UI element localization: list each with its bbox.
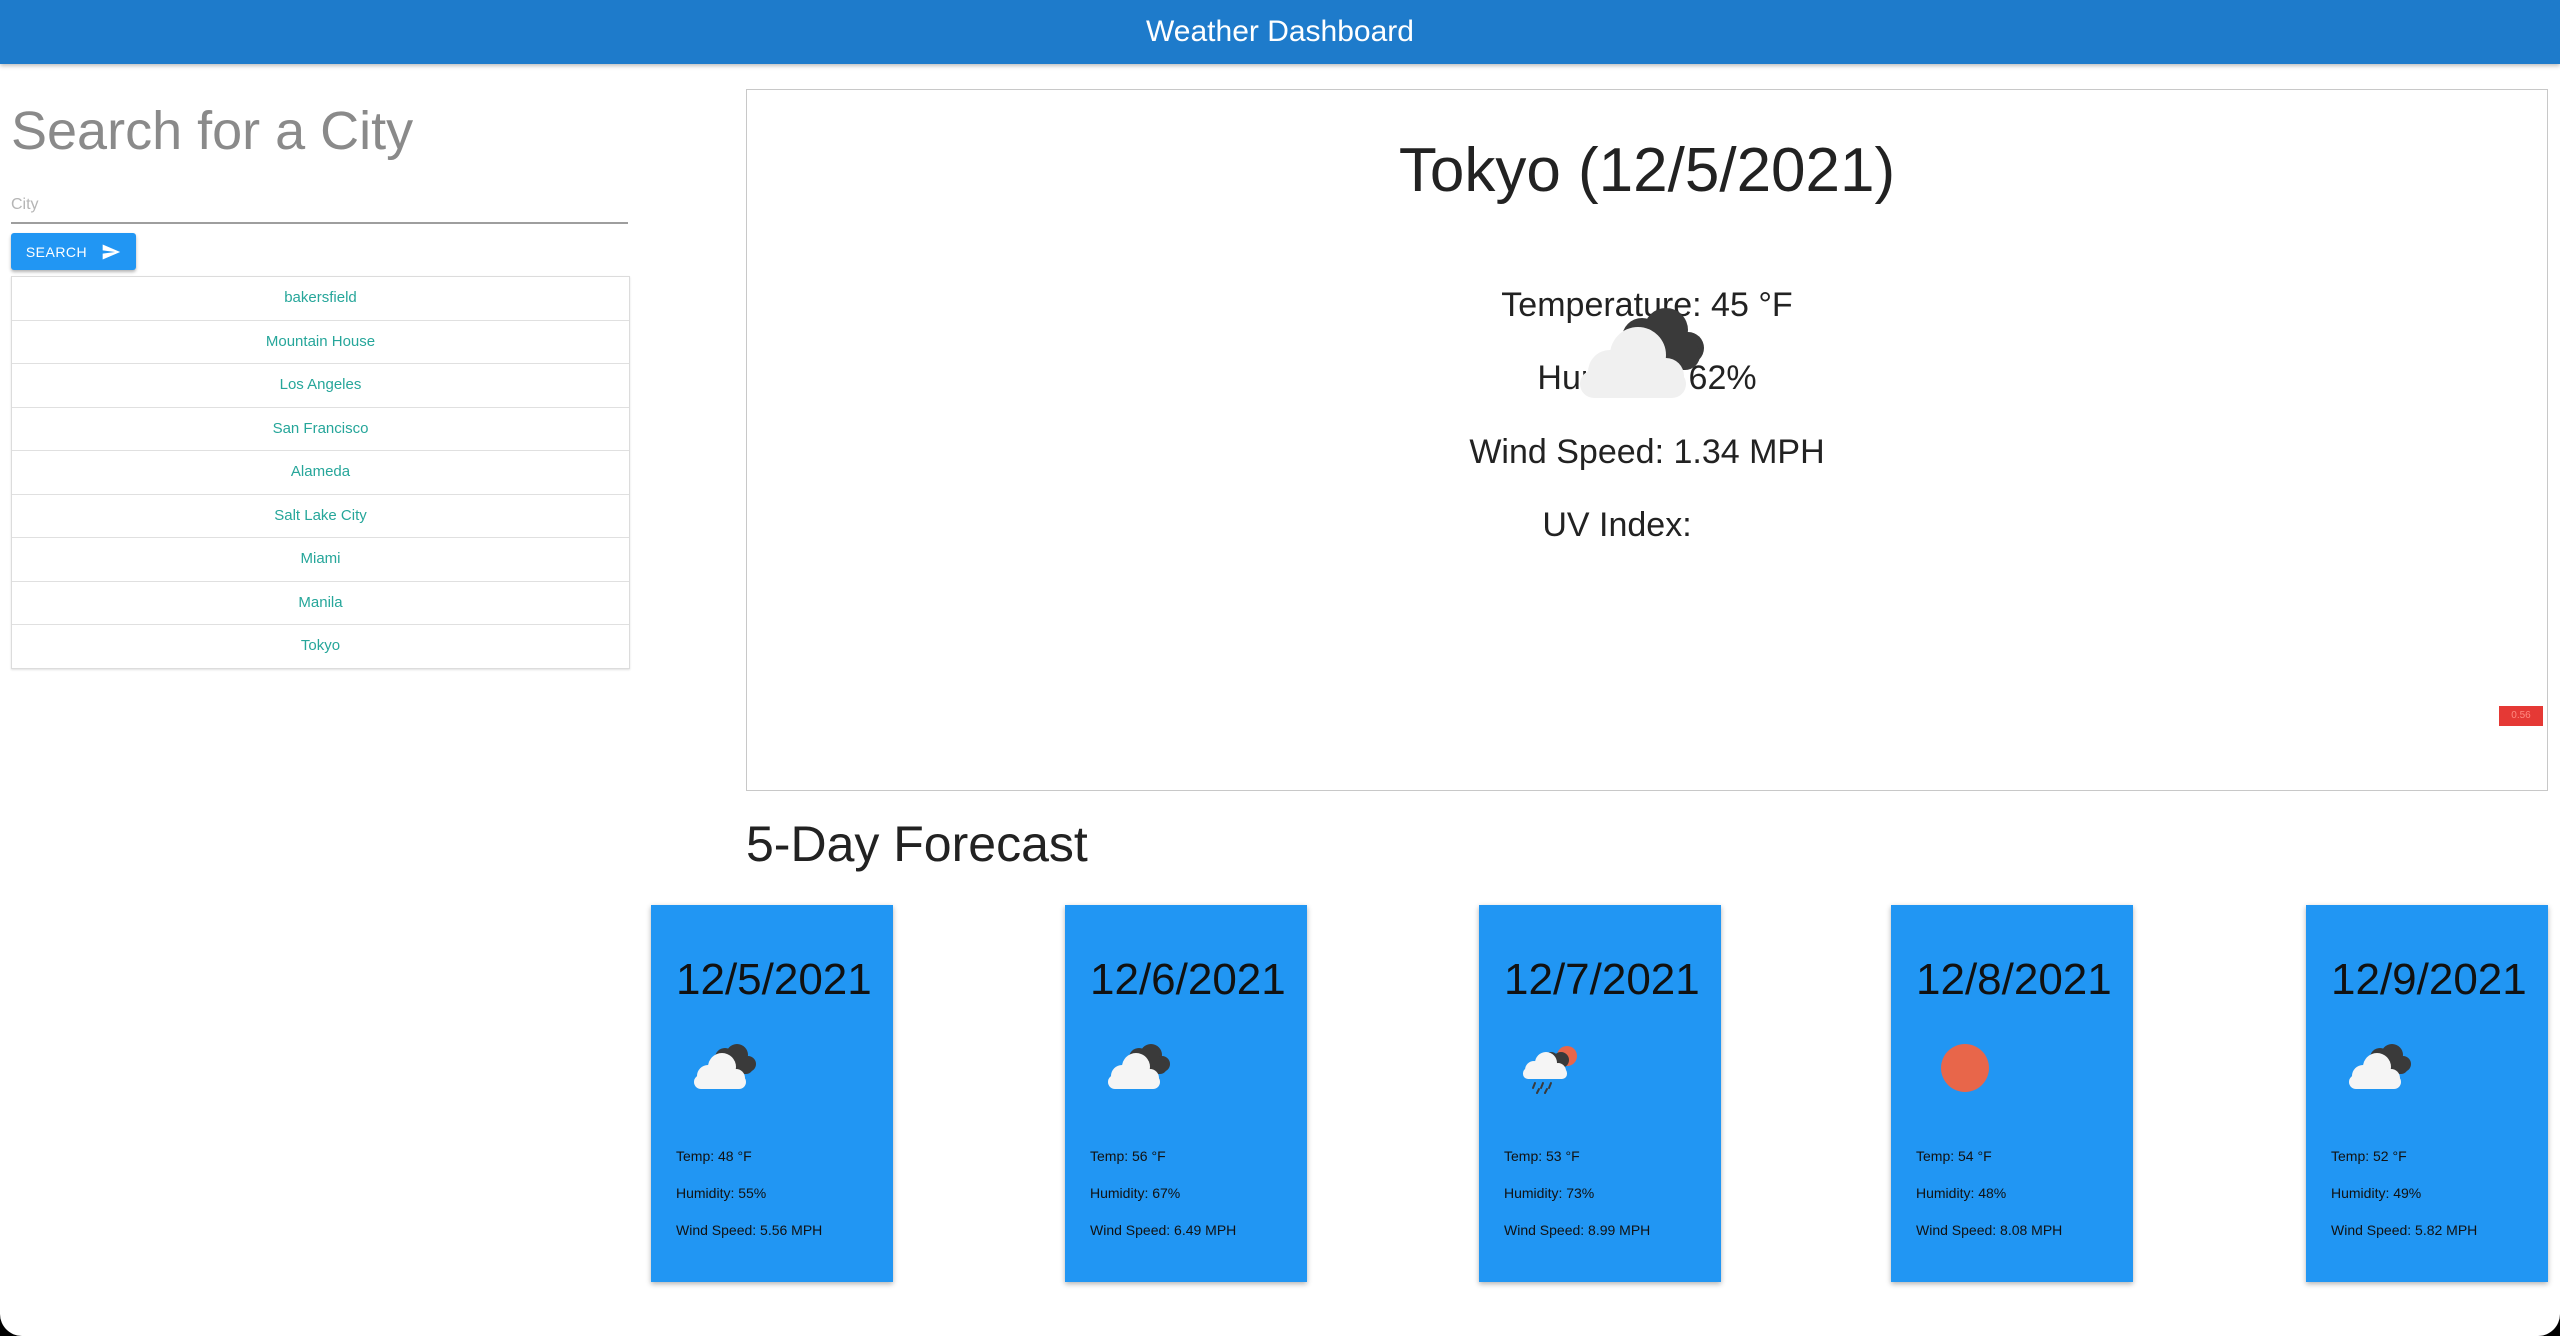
history-item[interactable]: bakersfield [12,277,629,321]
search-title: Search for a City [11,101,414,161]
forecast-wind: Wind Speed: 8.99 MPH [1504,1222,1651,1238]
forecast-date: 12/8/2021 [1916,955,2112,1004]
history-item[interactable]: Salt Lake City [12,495,629,538]
current-wind-speed: Wind Speed: 1.34 MPH [1469,433,1825,471]
forecast-card: 12/9/2021 Temp: 52 °F Humidity: 49% Wind… [2306,905,2548,1282]
broken-clouds-icon [1108,1044,1170,1089]
rain-icon [1523,1046,1577,1094]
history-item[interactable]: Alameda [12,451,629,495]
history-item[interactable]: Los Angeles [12,364,629,408]
forecast-temp: Temp: 52 °F [2331,1148,2407,1164]
forecast-wind: Wind Speed: 5.82 MPH [2331,1222,2478,1238]
broken-clouds-icon [2349,1044,2411,1089]
forecast-temp: Temp: 54 °F [1916,1148,1992,1164]
search-button[interactable]: SEARCH [11,233,136,270]
current-uv-label: UV Index: [1542,506,1692,544]
broken-clouds-icon [1580,308,1704,398]
forecast-wind: Wind Speed: 5.56 MPH [676,1222,823,1238]
forecast-humidity: Humidity: 67% [1090,1185,1181,1201]
forecast-heading: 5-Day Forecast [746,816,1088,872]
city-search-input[interactable] [11,188,628,224]
search-history-list: bakersfield Mountain House Los Angeles S… [11,276,630,669]
history-item[interactable]: San Francisco [12,408,629,451]
send-icon [102,244,121,259]
forecast-card: 12/5/2021 Temp: 48 °F Humidity: 55% Wind… [651,905,893,1282]
sun-icon [1941,1044,1989,1092]
page: Weather Dashboard Search for a City SEAR… [0,0,2560,1336]
forecast-temp: Temp: 53 °F [1504,1148,1580,1164]
forecast-humidity: Humidity: 49% [2331,1185,2422,1201]
current-weather-card: Tokyo (12/5/2021) Temperature: 45 °F Hum… [746,89,2548,791]
forecast-wind: Wind Speed: 8.08 MPH [1916,1222,2063,1238]
forecast-card: 12/8/2021 Temp: 54 °F Humidity: 48% Wind… [1891,905,2133,1282]
current-city-title: Tokyo (12/5/2021) [1398,136,1896,205]
forecast-humidity: Humidity: 48% [1916,1185,2007,1201]
forecast-humidity: Humidity: 73% [1504,1185,1595,1201]
broken-clouds-icon [694,1044,756,1089]
forecast-date: 12/9/2021 [2331,955,2527,1004]
forecast-humidity: Humidity: 55% [676,1185,767,1201]
app-header: Weather Dashboard [0,0,2560,64]
forecast-date: 12/5/2021 [676,955,872,1004]
history-item[interactable]: Manila [12,582,629,625]
forecast-temp: Temp: 48 °F [676,1148,752,1164]
forecast-date: 12/7/2021 [1504,955,1700,1004]
uv-index-badge: 0.56 [2499,706,2543,726]
forecast-date: 12/6/2021 [1090,955,1286,1004]
forecast-temp: Temp: 56 °F [1090,1148,1166,1164]
history-item[interactable]: Miami [12,538,629,582]
forecast-card: 12/7/2021 Temp: 53 °F Humidity: 73% Wind… [1479,905,1721,1282]
history-item[interactable]: Mountain House [12,321,629,364]
history-item[interactable]: Tokyo [12,625,629,668]
search-button-label: SEARCH [25,243,88,260]
forecast-wind: Wind Speed: 6.49 MPH [1090,1222,1237,1238]
forecast-card: 12/6/2021 Temp: 56 °F Humidity: 67% Wind… [1065,905,1307,1282]
